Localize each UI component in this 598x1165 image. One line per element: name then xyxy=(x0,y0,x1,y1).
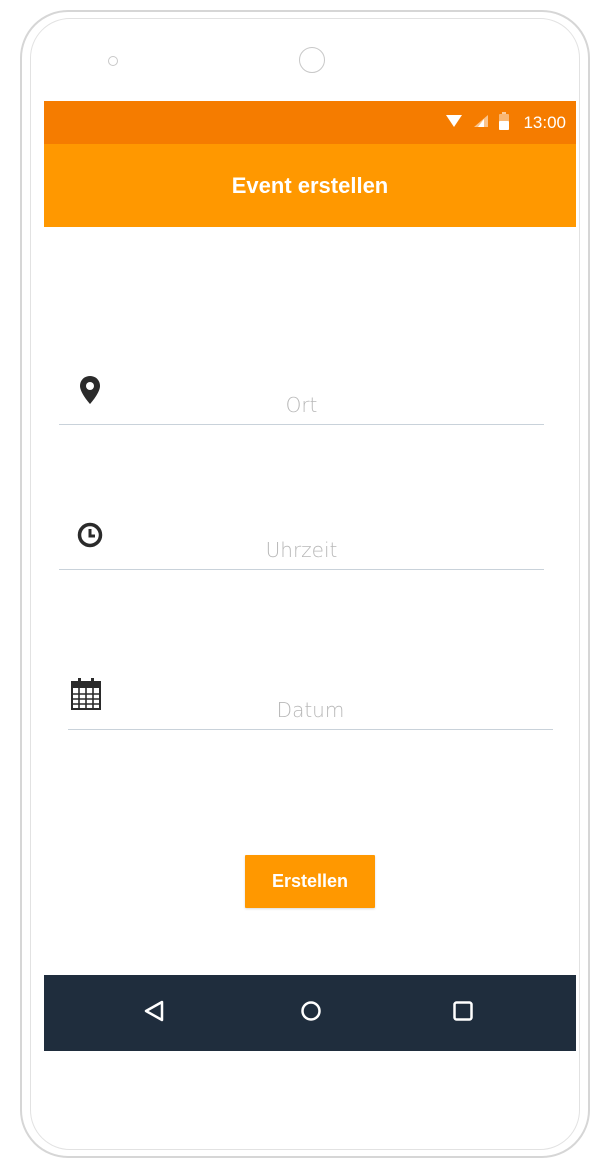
status-icons: 13:00 xyxy=(445,111,566,135)
time-underline xyxy=(59,569,544,570)
calendar-icon xyxy=(71,678,101,710)
date-field[interactable] xyxy=(68,676,553,736)
back-button[interactable] xyxy=(136,995,172,1031)
location-input[interactable] xyxy=(59,371,544,421)
back-icon xyxy=(143,1000,165,1027)
page-title: Event erstellen xyxy=(231,172,389,198)
recents-icon xyxy=(452,1000,474,1027)
recents-button[interactable] xyxy=(445,995,481,1031)
app-bar: Event erstellen xyxy=(44,144,576,227)
create-button[interactable]: Erstellen xyxy=(245,855,375,908)
time-field[interactable] xyxy=(59,516,544,576)
signal-icon xyxy=(473,114,489,133)
date-input[interactable] xyxy=(68,676,553,726)
system-nav-bar xyxy=(44,975,576,1051)
app-screen: 13:00 Event erstellen Ort Uhrzeit Datum … xyxy=(44,101,576,1051)
front-sensor xyxy=(108,56,118,66)
battery-icon xyxy=(499,111,510,135)
time-input[interactable] xyxy=(59,516,544,566)
home-icon xyxy=(300,1000,322,1027)
clock-icon xyxy=(77,522,107,552)
front-camera xyxy=(299,47,325,73)
status-time: 13:00 xyxy=(523,113,566,132)
date-underline xyxy=(68,729,553,730)
wifi-icon xyxy=(445,114,463,133)
home-button[interactable] xyxy=(293,995,329,1031)
location-field[interactable] xyxy=(59,371,544,431)
status-bar: 13:00 xyxy=(44,101,576,144)
location-underline xyxy=(59,424,544,425)
map-pin-icon xyxy=(79,375,109,405)
